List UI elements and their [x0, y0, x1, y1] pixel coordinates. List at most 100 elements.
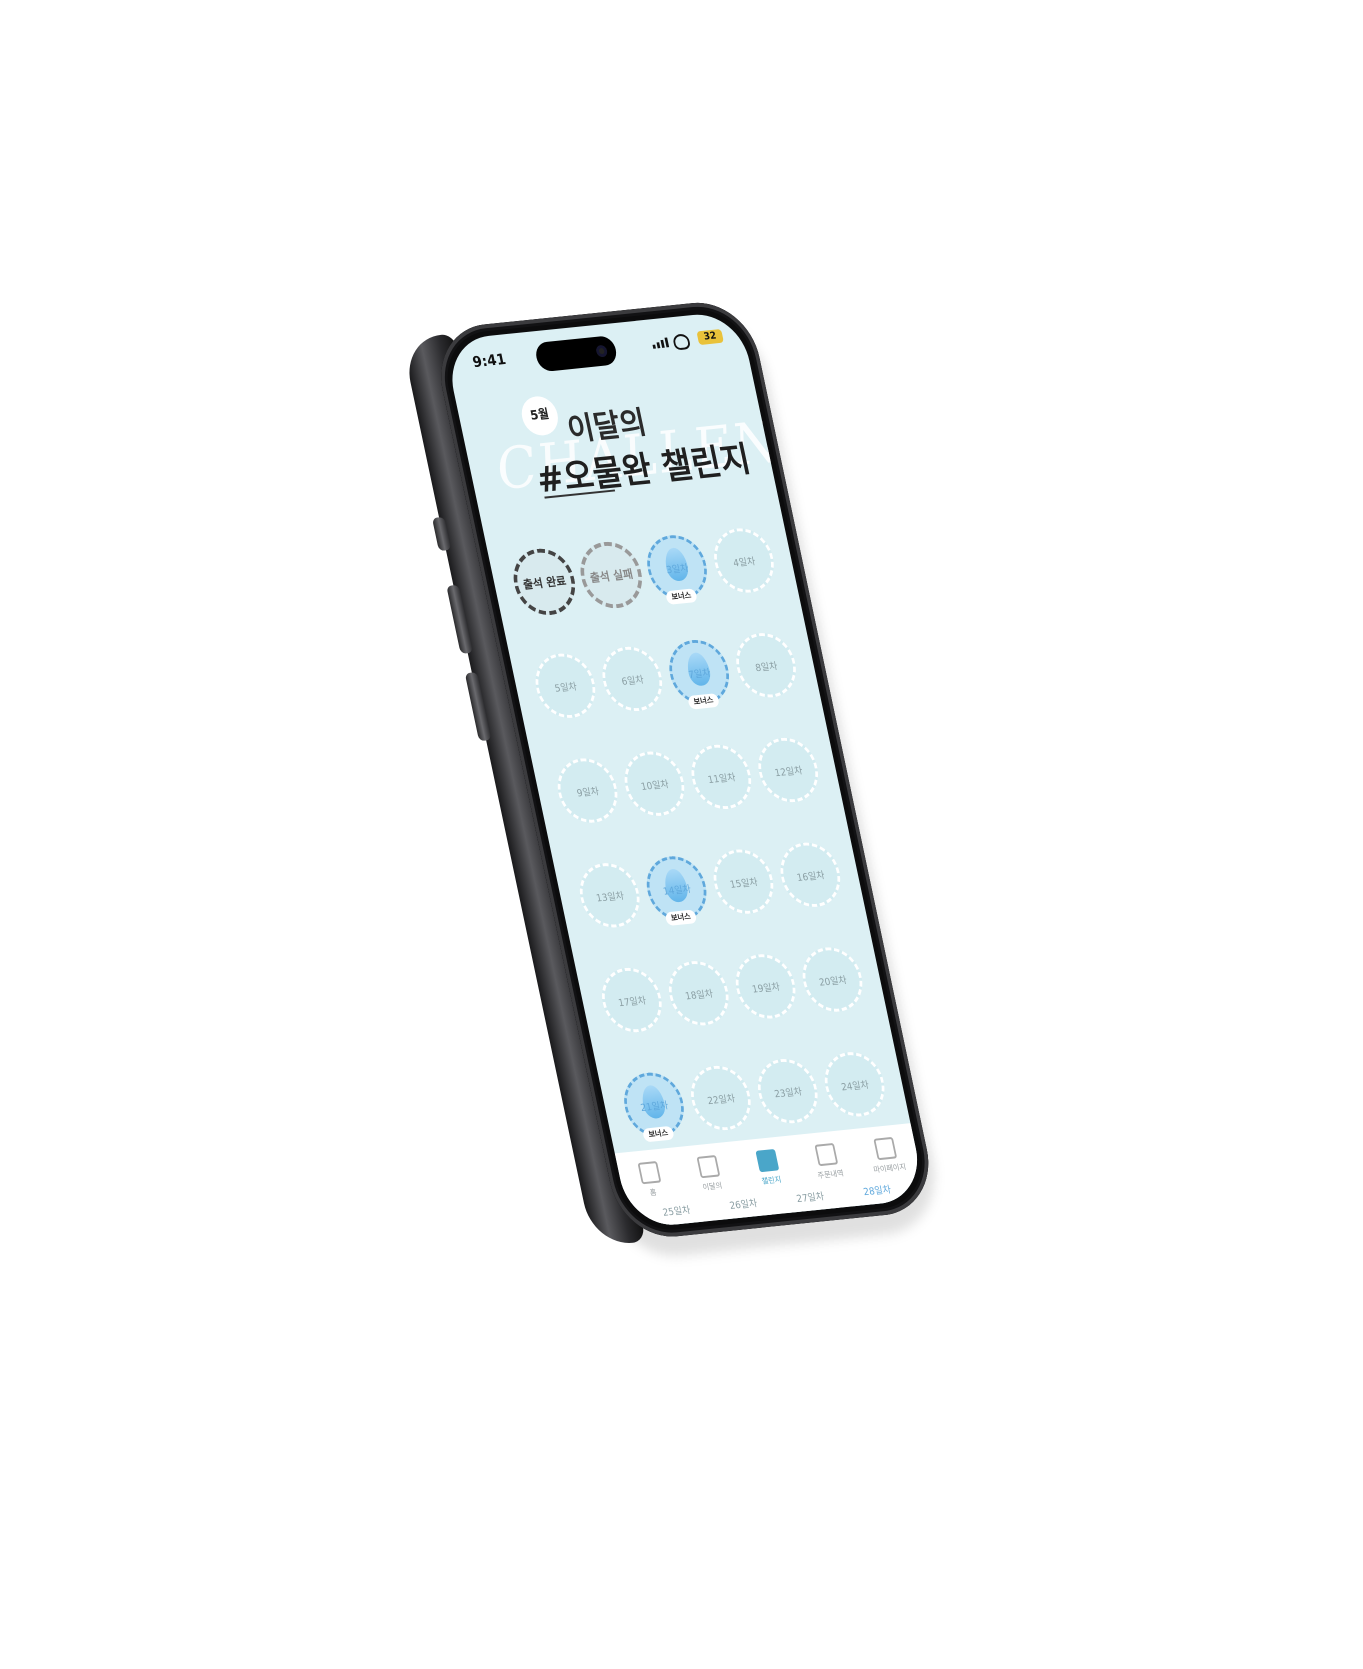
day-circle: 19일차: [729, 951, 802, 1022]
day-label: 13일차: [595, 890, 625, 904]
day-label: 20일차: [818, 974, 848, 989]
day-cell[interactable]: 14일차보너스: [640, 853, 714, 931]
day-cell[interactable]: 11일차: [685, 741, 759, 820]
day-label: 7일차: [687, 667, 712, 681]
home-icon: [637, 1161, 662, 1185]
day-cell[interactable]: 출석 실패: [574, 539, 649, 617]
day-cell[interactable]: 9일차: [551, 755, 625, 834]
day-label: 8일차: [754, 660, 779, 674]
day-cell[interactable]: 17일차: [596, 965, 669, 1043]
day-label: 18일차: [684, 988, 714, 1002]
challenge-header: CHALLENGE 5월 이달의 #오물완 챌린지: [455, 369, 868, 525]
tab-home[interactable]: 홈: [622, 1160, 679, 1201]
tab-label: 홈: [649, 1187, 658, 1198]
day-circle: 22일차: [685, 1063, 757, 1133]
day-cell[interactable]: 4일차: [708, 525, 781, 604]
day-cell[interactable]: 7일차보너스: [663, 637, 736, 715]
day-cell[interactable]: 19일차: [729, 951, 803, 1029]
day-label: 9일차: [575, 786, 600, 799]
day-label: 21일차: [639, 1100, 670, 1114]
day-label: 3일차: [665, 562, 690, 576]
day-cell[interactable]: 24일차: [818, 1049, 892, 1127]
day-label: 출석 완료: [521, 573, 568, 592]
status-bar: 9:41 32: [446, 324, 746, 376]
day-circle: 9일차: [551, 755, 624, 826]
day-circle: 18일차: [662, 958, 735, 1029]
tab-chat[interactable]: 이달의: [681, 1153, 738, 1194]
day-label: 25일차: [661, 1204, 692, 1219]
phone-body: 9:41 32 CHALLENGE 5월 이달의 #오물완 챌린지 출석 완료 …: [401, 297, 948, 1262]
day-label: 11일차: [706, 772, 737, 786]
day-circle: 16일차: [774, 839, 847, 910]
check-icon: [755, 1148, 780, 1173]
bonus-tag: 보너스: [687, 693, 720, 710]
bonus-tag: 보너스: [664, 909, 698, 927]
day-circle: 12일차: [752, 735, 825, 805]
day-circle: 5일차: [529, 650, 602, 721]
day-cell[interactable]: 13일차: [573, 860, 647, 938]
day-cell[interactable]: 23일차: [751, 1056, 825, 1134]
day-label: 6일차: [620, 674, 645, 688]
day-cell[interactable]: 12일차: [752, 735, 825, 813]
day-label: 15일차: [729, 876, 759, 891]
day-circle: 출석 실패: [574, 539, 649, 612]
day-circle: 11일차: [685, 741, 758, 812]
day-cell[interactable]: 출석 완료: [507, 545, 582, 624]
day-label: 5일차: [553, 681, 578, 695]
day-cell[interactable]: 15일차: [707, 846, 781, 925]
day-circle: 출석 완료: [507, 545, 582, 618]
signal-icon: [651, 337, 670, 349]
day-cell[interactable]: 16일차: [774, 839, 848, 918]
day-label: 23일차: [773, 1086, 803, 1100]
day-label: 28일차: [862, 1184, 892, 1198]
day-cell[interactable]: 20일차: [796, 944, 870, 1023]
day-label: 24일차: [840, 1079, 870, 1093]
tab-user[interactable]: 마이페이지: [859, 1135, 916, 1176]
day-circle: 17일차: [596, 965, 668, 1036]
day-label: 10일차: [640, 778, 670, 793]
tab-cart[interactable]: 주문내역: [800, 1141, 857, 1182]
day-cell[interactable]: 6일차: [596, 643, 670, 722]
bonus-tag: 보너스: [665, 588, 698, 605]
bonus-tag: 보너스: [641, 1125, 675, 1143]
day-cell[interactable]: 5일차: [529, 650, 603, 729]
day-cell[interactable]: 10일차: [618, 748, 692, 827]
day-label: 14일차: [662, 883, 692, 898]
day-label: 4일차: [732, 555, 757, 569]
status-time: 9:41: [470, 350, 508, 372]
day-cell[interactable]: 21일차보너스: [618, 1069, 691, 1148]
dynamic-island: [533, 335, 619, 373]
day-label: 26일차: [728, 1197, 759, 1212]
tab-label: 주문내역: [816, 1168, 845, 1181]
day-circle: 23일차: [751, 1056, 824, 1127]
battery-icon: 32: [696, 328, 724, 346]
day-label: 출석 실패: [588, 566, 635, 585]
chat-icon: [696, 1154, 721, 1179]
cart-icon: [814, 1142, 839, 1167]
day-circle: 20일차: [796, 944, 869, 1015]
day-circle: 13일차: [573, 860, 646, 931]
day-circle: 24일차: [818, 1049, 891, 1120]
tab-label: 마이페이지: [872, 1162, 907, 1175]
tab-label: 챌린지: [760, 1175, 783, 1186]
day-cell[interactable]: 22일차: [685, 1063, 758, 1141]
user-icon: [873, 1136, 898, 1161]
day-circle: 10일차: [618, 748, 691, 819]
day-label: 12일차: [773, 765, 804, 779]
wifi-icon: [671, 333, 692, 351]
day-cell[interactable]: 8일차: [730, 630, 803, 708]
day-label: 27일차: [795, 1191, 826, 1205]
phone-mockup: 9:41 32 CHALLENGE 5월 이달의 #오물완 챌린지 출석 완료 …: [0, 0, 1363, 1669]
camera-icon: [595, 344, 609, 358]
day-label: 17일차: [617, 995, 648, 1009]
tab-label: 이달의: [701, 1181, 724, 1192]
day-circle: 6일차: [596, 643, 669, 714]
day-label: 22일차: [706, 1093, 737, 1107]
day-label: 16일차: [795, 869, 826, 884]
day-cell[interactable]: 18일차: [662, 958, 736, 1036]
day-circle: 4일차: [708, 525, 780, 596]
day-circle: 15일차: [707, 846, 780, 917]
day-cell[interactable]: 3일차보너스: [641, 532, 714, 610]
tab-check[interactable]: 챌린지: [740, 1147, 797, 1188]
day-circle: 8일차: [730, 630, 802, 701]
